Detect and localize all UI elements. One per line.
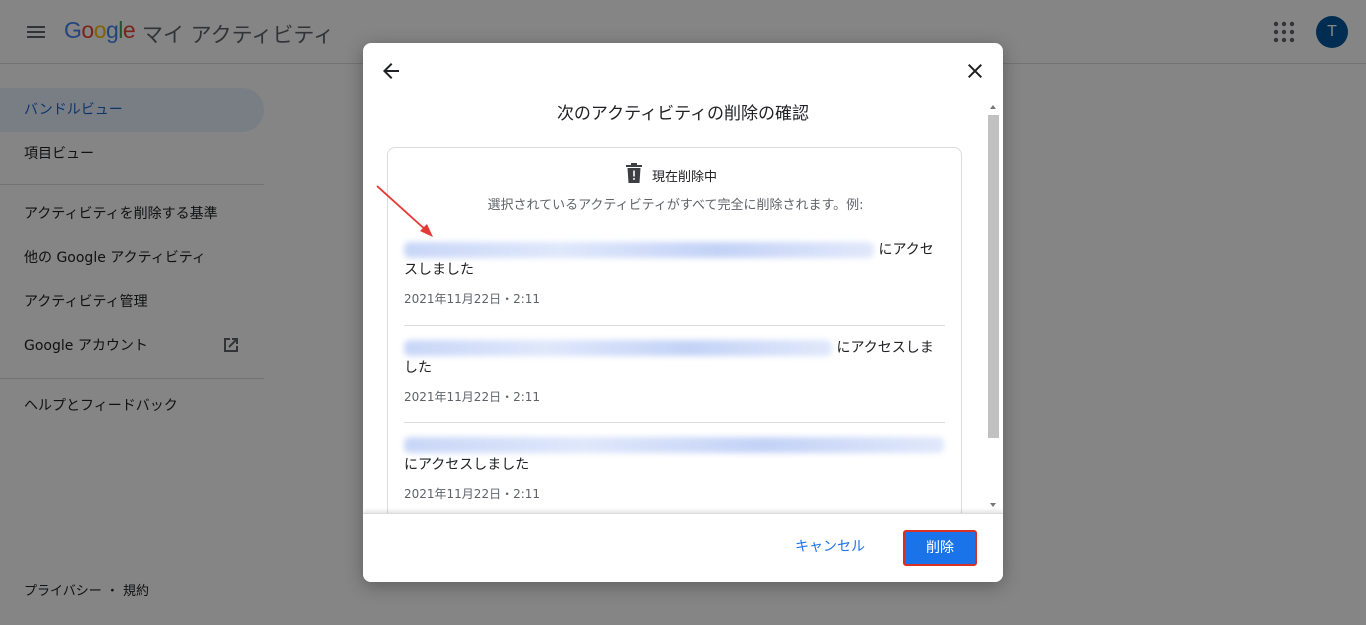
scroll-down-arrow-icon[interactable]	[989, 501, 997, 509]
annotation-arrow-icon	[376, 185, 433, 237]
dialog-actions: キャンセル 削除	[363, 513, 1003, 582]
redacted-url	[404, 242, 874, 258]
entry-date: 2021年11月22日・2:11	[404, 487, 541, 501]
entry-text-line2: した	[404, 360, 432, 376]
entry-text-line2: にアクセスしました	[404, 457, 530, 473]
dialog-scrollbar[interactable]	[987, 101, 999, 511]
trash-icon	[626, 163, 642, 183]
scroll-up-arrow-icon[interactable]	[989, 103, 997, 111]
entry-date: 2021年11月22日・2:11	[404, 390, 541, 404]
delete-confirmation-dialog: 次のアクティビティの削除の確認 現在削除中 選択されているアクティビティがすべて…	[363, 43, 1003, 582]
close-icon[interactable]	[963, 59, 987, 83]
scrollbar-thumb[interactable]	[988, 115, 999, 438]
activity-entry: にアクセ スしました 2021年11月22日・2:11	[404, 240, 945, 307]
activity-entry: にアクセスしました 2021年11月22日・2:11	[404, 435, 945, 502]
entry-text-line2: スしました	[404, 262, 474, 278]
dialog-title: 次のアクティビティの削除の確認	[556, 104, 810, 124]
entry-divider	[404, 422, 945, 423]
dialog-scroll-area[interactable]: 現在削除中 選択されているアクティビティがすべて完全に削除されます。例: にアク…	[363, 143, 1003, 513]
redacted-url	[404, 437, 944, 453]
activity-entry: にアクセスしま した 2021年11月22日・2:11	[404, 338, 945, 405]
cancel-button[interactable]: キャンセル	[795, 536, 865, 556]
back-arrow-icon[interactable]	[379, 59, 403, 83]
redacted-url	[404, 340, 832, 356]
deleting-status-label: 現在削除中	[652, 170, 718, 185]
entry-divider	[404, 325, 945, 326]
delete-button[interactable]: 削除	[903, 530, 977, 566]
deletion-description: 選択されているアクティビティがすべて完全に削除されます。例:	[487, 198, 864, 213]
entry-date: 2021年11月22日・2:11	[404, 292, 541, 306]
deletion-preview-card: 現在削除中 選択されているアクティビティがすべて完全に削除されます。例: にアク…	[387, 147, 962, 513]
entry-text-suffix: にアクセスしま	[836, 340, 934, 356]
entry-text-suffix: にアクセ	[878, 242, 934, 258]
